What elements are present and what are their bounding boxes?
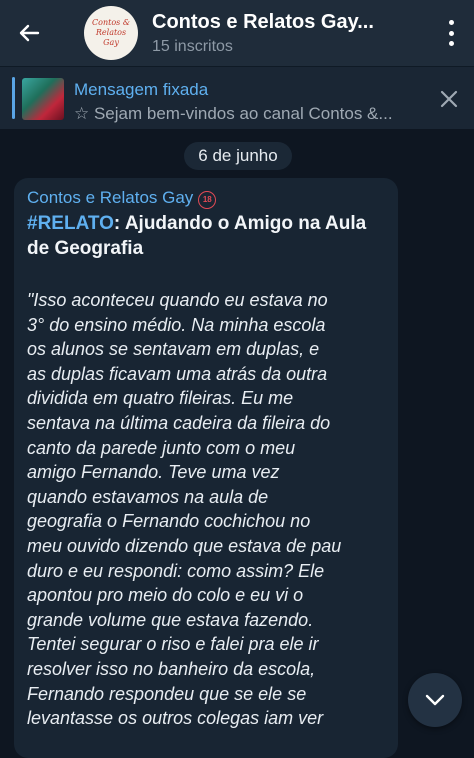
body-line: dividida em quatro fileiras. Eu me [27,388,294,409]
body-line: amigo Fernando. Teve uma vez [27,462,280,483]
body-line: os alunos se sentavam em duplas, e [27,339,320,360]
more-vertical-icon-dot [448,41,454,46]
pinned-thumbnail [22,78,64,120]
more-vertical-icon-dot [448,30,454,36]
avatar-logo-text-line1: Contos & Relatos [92,18,130,37]
pinned-preview-text: ☆ Sejam bem-vindos ao canal Contos &... [74,104,393,123]
subscriber-count: 15 inscritos [152,37,233,55]
close-icon [440,90,458,108]
age-restriction-icon: 18 [198,190,217,209]
body-line: "Isso aconteceu quando eu estava no [27,290,328,310]
message-title: #RELATO: Ajudando o Amigo na Aula de Geo… [27,211,389,261]
channel-title: Contos e Relatos Gay... [152,10,374,33]
title-text: : Ajudando o Amigo na Aula [113,213,367,234]
scroll-to-bottom-button[interactable] [408,673,462,727]
channel-avatar[interactable]: Contos & Relatos Gay [84,6,138,60]
more-menu-button[interactable] [446,20,456,46]
body-line: levantasse os outros colegas iam ver [27,708,324,729]
pinned-indicator [12,77,15,119]
close-pinned-button[interactable] [440,90,458,108]
pinned-label: Mensagem fixada [74,80,209,99]
body-line: grande volume que estava fazendo. [27,609,314,630]
body-line: resolver isso no banheiro da escola, [27,658,316,679]
body-line: Tentei segurar o riso e falei pra ele ir [27,634,319,655]
chevron-down-icon [425,694,445,706]
message-bubble[interactable]: Contos e Relatos Gay 18 #RELATO: Ajudando… [14,178,398,758]
sender-name: Contos e Relatos Gay [27,188,194,207]
body-line: quando estavamos na aula de [27,486,269,507]
title-text-line2: de Geografia [27,238,144,259]
body-line: apontou pro meio do colo e eu vi o [27,585,304,606]
message-body: "Isso aconteceu quando eu estava no 3° d… [27,288,393,731]
date-separator: 6 de junho [184,142,292,170]
body-line: as duplas ficavam uma atrás da outra [27,363,328,384]
body-line: sentava na última cadeira da fileira do [27,412,331,433]
body-line: duro e eu respondi: como assim? Ele [27,560,325,581]
body-line: geografia o Fernando cochichou no [27,511,311,532]
body-line: meu ouvido dizendo que estava de pau [27,535,342,556]
channel-info[interactable]: Contos e Relatos Gay... 15 inscritos [152,11,374,56]
back-button[interactable] [0,0,58,66]
avatar-logo-text-line2: Gay [103,38,119,47]
body-line: canto da parede junto com o meu [27,437,296,458]
more-vertical-icon [448,20,454,25]
body-line: Fernando respondeu que se ele se [27,683,307,704]
message-sender[interactable]: Contos e Relatos Gay 18 [27,188,217,209]
body-line: 3° do ensino médio. Na minha escola [27,314,326,335]
top-bar: Contos & Relatos Gay Contos e Relatos Ga… [0,0,474,66]
arrow-left-icon [19,24,40,42]
pinned-message-bar[interactable]: Mensagem fixada ☆ Sejam bem-vindos ao ca… [0,66,474,129]
hashtag-link[interactable]: #RELATO [27,213,114,234]
